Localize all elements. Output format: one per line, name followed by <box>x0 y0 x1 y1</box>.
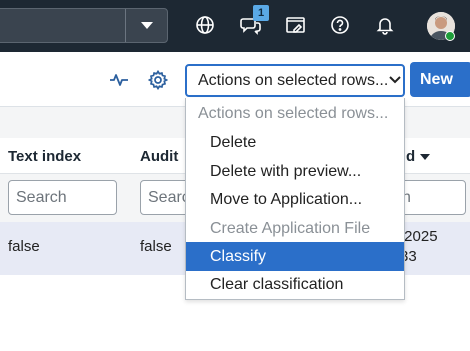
menu-item-placeholder: Actions on selected rows... <box>198 104 389 122</box>
cell-audit: false <box>140 238 172 255</box>
filter-input-audit[interactable]: Searc <box>140 180 190 215</box>
online-status-dot <box>445 31 455 41</box>
column-header-text-index[interactable]: Text index <box>8 148 81 165</box>
caret-down-icon <box>141 21 153 29</box>
chat-count-badge: 1 <box>253 5 269 21</box>
bulk-actions-menu: Actions on selected rows... Delete Delet… <box>185 98 405 300</box>
cell-text-index: false <box>8 238 40 255</box>
chevron-down-icon <box>389 76 401 84</box>
menu-item-delete[interactable]: Delete <box>186 128 404 157</box>
help-icon[interactable] <box>327 12 353 38</box>
menu-item-clear-classification[interactable]: Clear classification <box>186 270 404 299</box>
cell-date-line-1: /2025 <box>400 228 438 245</box>
bulk-actions-select[interactable]: Actions on selected rows... <box>185 64 405 97</box>
settings-gear-icon[interactable] <box>147 69 169 91</box>
app-window: 1 Actions on selected rows... New Text i… <box>0 0 470 351</box>
top-navbar: 1 <box>0 0 470 52</box>
window-edit-icon[interactable] <box>283 12 309 38</box>
bell-icon[interactable] <box>372 12 398 38</box>
sort-descending-icon[interactable] <box>420 154 430 161</box>
globe-icon[interactable] <box>192 12 218 38</box>
search-scope-dropdown[interactable] <box>125 9 168 42</box>
menu-item-classify[interactable]: Classify <box>186 242 404 271</box>
column-header-audit[interactable]: Audit <box>140 148 178 165</box>
menu-item-create-application-file: Create Application File <box>210 219 371 237</box>
menu-item-move-to-application[interactable]: Move to Application... <box>186 185 404 214</box>
activity-icon[interactable] <box>108 69 130 91</box>
menu-item-delete-with-preview[interactable]: Delete with preview... <box>186 157 404 186</box>
bulk-actions-value: Actions on selected rows... <box>198 72 389 89</box>
new-button[interactable]: New <box>410 62 470 97</box>
filter-input-text-index[interactable]: Search <box>8 180 117 215</box>
column-header-date[interactable]: d <box>406 148 415 165</box>
global-search-box[interactable] <box>0 8 168 43</box>
